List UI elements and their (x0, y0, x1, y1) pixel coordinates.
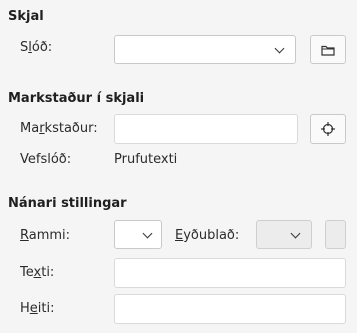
crosshair-icon (321, 122, 335, 136)
chevron-down-icon (274, 43, 285, 54)
frame-label: Rammi: (20, 228, 70, 243)
frame-label-text: ammi: (28, 228, 71, 243)
form-combobox[interactable] (256, 220, 312, 249)
target-label: Markstaður: (20, 121, 98, 136)
chevron-down-icon (142, 228, 153, 239)
text-label: Texti: (20, 265, 54, 280)
section-title-further-settings: Nánari stillingar (8, 196, 127, 211)
target-input[interactable] (114, 114, 298, 144)
target-in-document-button[interactable] (310, 114, 346, 144)
text-input[interactable] (114, 258, 346, 288)
section-title-target: Markstaður í skjali (8, 91, 145, 106)
name-label-text-rest: iti: (37, 301, 55, 316)
url-value: Prufutexti (114, 152, 178, 167)
open-file-button[interactable] (310, 35, 346, 64)
frame-label-mnemonic: R (20, 228, 29, 243)
folder-icon (321, 45, 335, 56)
frame-combobox[interactable] (114, 220, 162, 249)
section-title-document: Skjal (8, 9, 44, 24)
form-label-text: yðublað: (183, 228, 240, 243)
target-label-text-rest: kstaður: (44, 121, 98, 136)
events-button[interactable] (325, 220, 346, 249)
name-label: Heiti: (20, 301, 54, 316)
path-combobox[interactable] (114, 35, 296, 64)
chevron-down-icon (290, 228, 301, 239)
form-label-mnemonic: E (175, 228, 184, 243)
target-label-text: Ma (20, 121, 40, 136)
url-label: Vefslóð: (20, 152, 72, 167)
name-label-mnemonic: e (29, 301, 38, 316)
form-label: Eyðublað: (175, 228, 239, 243)
path-label: Slóð: (20, 40, 52, 55)
text-label-text: Te (20, 265, 34, 280)
text-label-text-rest: ti: (41, 265, 55, 280)
name-input[interactable] (114, 294, 346, 324)
name-label-text: H (20, 301, 30, 316)
path-label-text-rest: óð: (31, 40, 53, 55)
